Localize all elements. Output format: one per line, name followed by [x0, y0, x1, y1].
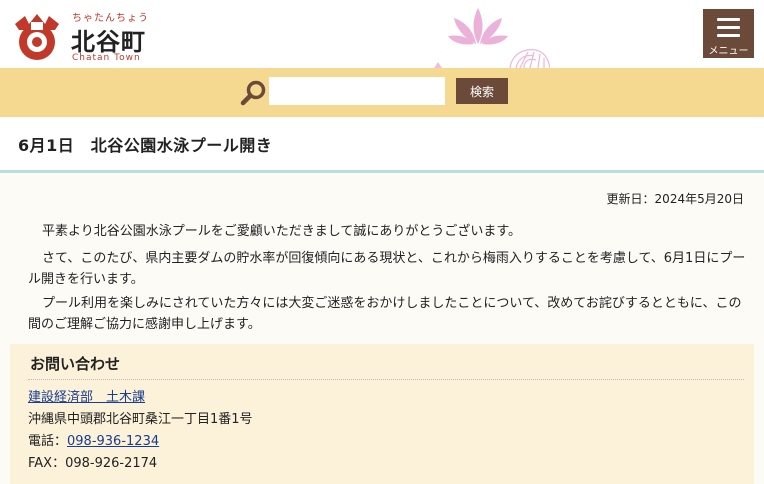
article-paragraph: 平素より北谷公園水泳プールをご愛顧いただきまして誠にありがとうございます。: [42, 224, 522, 239]
logo-english: Chatan Town: [72, 53, 141, 63]
contact-heading: お問い合わせ: [30, 355, 121, 373]
lotus-decoration-icon: [434, 8, 550, 68]
contact-address: 沖縄県中頭郡北谷町桑江一丁目1番1号: [28, 412, 253, 427]
logo-name[interactable]: 北谷町: [71, 22, 146, 57]
updated-date: 更新日：2024年5月20日: [606, 192, 744, 206]
search-input[interactable]: [269, 77, 445, 105]
article-paragraph: プール利用を楽しみにされていた方々には大変ご迷惑をおかけしましたことについて、改…: [28, 296, 742, 332]
town-emblem-icon[interactable]: [9, 10, 65, 62]
phone-label: 電話：: [28, 434, 68, 449]
menu-button[interactable]: メニュー: [703, 9, 754, 58]
phone-link[interactable]: 098-936-1234: [67, 434, 159, 449]
contact-fax: FAX：098-926-2174: [28, 456, 158, 471]
menu-label: メニュー: [708, 46, 749, 57]
page-title: 6月1日 北谷公園水泳プール開き: [18, 136, 273, 155]
department-link[interactable]: 建設経済部 土木課: [28, 386, 145, 405]
site-header: ちゃたんちょう 北谷町 Chatan Town メニュー: [0, 0, 764, 68]
contact-divider: [28, 379, 744, 380]
contact-phone: 電話：098-936-1234: [28, 430, 159, 449]
article-paragraph: さて、このたび、県内主要ダムの貯水率が回復傾向にある現状と、これから梅雨入りする…: [28, 251, 746, 287]
search-bar: 検索: [0, 68, 764, 117]
contact-box: お問い合わせ 建設経済部 土木課 沖縄県中頭郡北谷町桑江一丁目1番1号 電話：0…: [10, 344, 754, 484]
title-bar: 6月1日 北谷公園水泳プール開き: [0, 117, 764, 173]
search-icon: [240, 80, 266, 106]
search-button[interactable]: 検索: [456, 78, 508, 104]
hamburger-icon: [717, 18, 740, 42]
